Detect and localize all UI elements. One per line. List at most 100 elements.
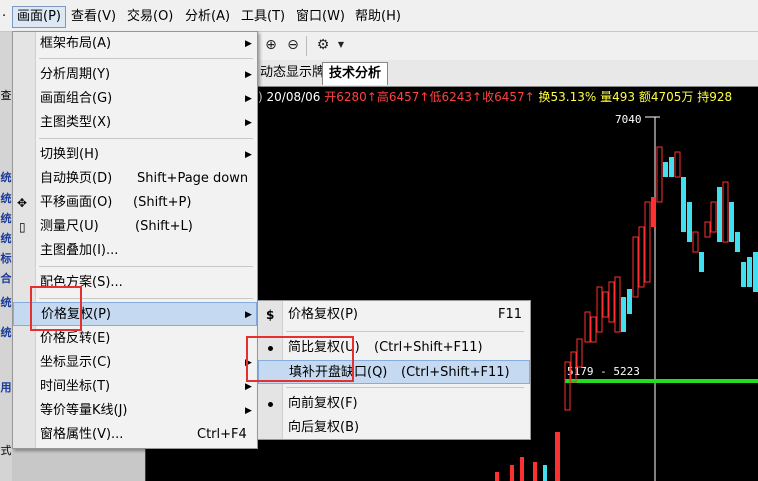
info-amount: 额4705万 xyxy=(638,90,694,104)
candle xyxy=(717,187,722,242)
menu-trade[interactable]: 交易(O) xyxy=(123,7,177,27)
ruler-icon: ▯ xyxy=(19,220,26,234)
menu-item-overlay[interactable]: 主图叠加(I)... xyxy=(13,239,257,263)
left-label: 查 xyxy=(0,89,12,102)
menu-tools[interactable]: 工具(T) xyxy=(237,7,289,27)
info-high: 高6457 xyxy=(376,90,420,104)
tab-technical-analysis[interactable]: 技术分析 xyxy=(322,62,389,85)
menu-analysis[interactable]: 分析(A) xyxy=(181,7,234,27)
candle xyxy=(722,181,729,243)
info-close: 收6457 xyxy=(482,90,525,104)
left-label: 合 xyxy=(0,272,12,285)
chevron-down-icon[interactable]: ▼ xyxy=(332,36,350,54)
move-icon: ✥ xyxy=(17,196,28,210)
zoom-out-icon[interactable]: ⊖ xyxy=(284,36,302,54)
menu-picture[interactable]: 画面(P) xyxy=(12,6,66,28)
candle xyxy=(710,201,717,233)
menu-item-main-chart-type[interactable]: 主图类型(X) ▶ xyxy=(13,111,257,135)
candle xyxy=(699,252,704,272)
candle xyxy=(747,257,752,287)
candle xyxy=(656,146,663,203)
left-label: 用 xyxy=(0,381,12,394)
toolbar: ⊕ ⊖ ⚙ ▼ xyxy=(258,32,758,61)
submenu-arrow-icon: ▶ xyxy=(245,118,252,128)
candle xyxy=(590,316,597,343)
submenu-item-price-adjust[interactable]: $ 价格复权(P) F11 xyxy=(258,303,530,327)
submenu-arrow-icon: ▶ xyxy=(245,70,252,80)
left-label: 统 xyxy=(0,212,12,225)
menu-item-auto-page[interactable]: 自动换页(D) Shift+Page down xyxy=(13,167,257,191)
candle xyxy=(510,465,514,481)
info-date: 20/08/06 xyxy=(266,90,321,104)
candle xyxy=(621,297,626,332)
menu-separator xyxy=(39,58,253,59)
left-label: 统 xyxy=(0,232,12,245)
menu-item-frame-layout[interactable]: 框架布局(A) ▶ xyxy=(13,32,257,56)
menu-separator xyxy=(39,138,253,139)
candle xyxy=(651,197,656,227)
submenu-arrow-icon: ▶ xyxy=(245,94,252,104)
quote-info-bar: ) 20/08/06 开6280↑高6457↑低6243↑收6457↑ 换53.… xyxy=(258,87,758,107)
candle xyxy=(681,177,686,232)
candle xyxy=(627,289,632,314)
menu-separator xyxy=(286,387,524,388)
info-volume: 量493 xyxy=(600,90,636,104)
menu-window[interactable]: 窗口(W) xyxy=(292,7,349,27)
candle xyxy=(638,226,645,288)
menu-item-picture-combo[interactable]: 画面组合(G) ▶ xyxy=(13,87,257,111)
candle xyxy=(608,281,615,323)
submenu-arrow-icon: ▶ xyxy=(245,406,252,416)
menu-bar: · 画面(P) 查看(V) 交易(O) 分析(A) 工具(T) 窗口(W) 帮助… xyxy=(0,0,758,32)
candle xyxy=(669,157,674,177)
left-label: 统 xyxy=(0,192,12,205)
info-low: 低6243 xyxy=(429,90,473,104)
info-prefix: ) xyxy=(258,90,263,104)
peak-price-label: 7040 xyxy=(615,113,642,126)
candle xyxy=(741,262,746,287)
candle xyxy=(520,457,524,481)
candle xyxy=(533,462,537,481)
info-open: 开6280 xyxy=(324,90,367,104)
candle xyxy=(555,432,560,481)
menu-item-pane-properties[interactable]: 窗格属性(V)... Ctrl+F4 xyxy=(13,423,257,447)
candle xyxy=(543,465,547,481)
candle xyxy=(576,338,583,368)
candle xyxy=(644,201,651,283)
left-label: 标 xyxy=(0,252,12,265)
info-hold: 持928 xyxy=(697,90,733,104)
zoom-in-icon[interactable]: ⊕ xyxy=(262,36,280,54)
menu-view[interactable]: 查看(V) xyxy=(67,7,120,27)
annotation-highlight-box xyxy=(30,286,82,331)
menu-item-switch-to[interactable]: 切换到(H) ▶ xyxy=(13,143,257,167)
candle xyxy=(602,291,609,318)
menu-item-pan-view[interactable]: ✥ 平移画面(O) (Shift+P) xyxy=(13,191,257,215)
menu-item-analysis-period[interactable]: 分析周期(Y) ▶ xyxy=(13,63,257,87)
candle xyxy=(687,202,692,242)
menu-separator xyxy=(286,331,524,332)
menubar-overflow[interactable]: · xyxy=(0,7,10,27)
menu-item-time-axis[interactable]: 时间坐标(T) ▶ xyxy=(13,375,257,399)
candle xyxy=(632,236,639,298)
tab-bar: 动态显示牌 技术分析 xyxy=(258,60,758,87)
tab-dynamic-board[interactable]: 动态显示牌 xyxy=(254,62,331,84)
left-label: 式 xyxy=(0,444,12,457)
submenu-item-forward-adjust[interactable]: 向前复权(F) xyxy=(258,392,530,416)
menu-help[interactable]: 帮助(H) xyxy=(351,7,405,27)
left-panel: 查 统 统 统 统 标 合 统 统 用 式 xyxy=(0,32,12,481)
candle xyxy=(584,311,591,343)
menu-separator xyxy=(39,266,253,267)
radio-dot-icon xyxy=(268,402,273,407)
left-label: 统 xyxy=(0,296,12,309)
left-label: 统 xyxy=(0,171,12,184)
submenu-item-backward-adjust[interactable]: 向后复权(B) xyxy=(258,416,530,440)
gear-icon[interactable]: ⚙ xyxy=(314,36,332,54)
menu-item-equal-kline[interactable]: 等价等量K线(J) ▶ xyxy=(13,399,257,423)
menu-item-ruler[interactable]: ▯ 测量尺(U) (Shift+L) xyxy=(13,215,257,239)
menu-item-coord-display[interactable]: 坐标显示(C) ▶ xyxy=(13,351,257,375)
gap-fill-line xyxy=(565,379,758,383)
candle xyxy=(614,276,621,333)
submenu-arrow-icon: ▶ xyxy=(245,150,252,160)
candle xyxy=(704,221,711,238)
left-label: 统 xyxy=(0,326,12,339)
candle xyxy=(735,232,740,252)
